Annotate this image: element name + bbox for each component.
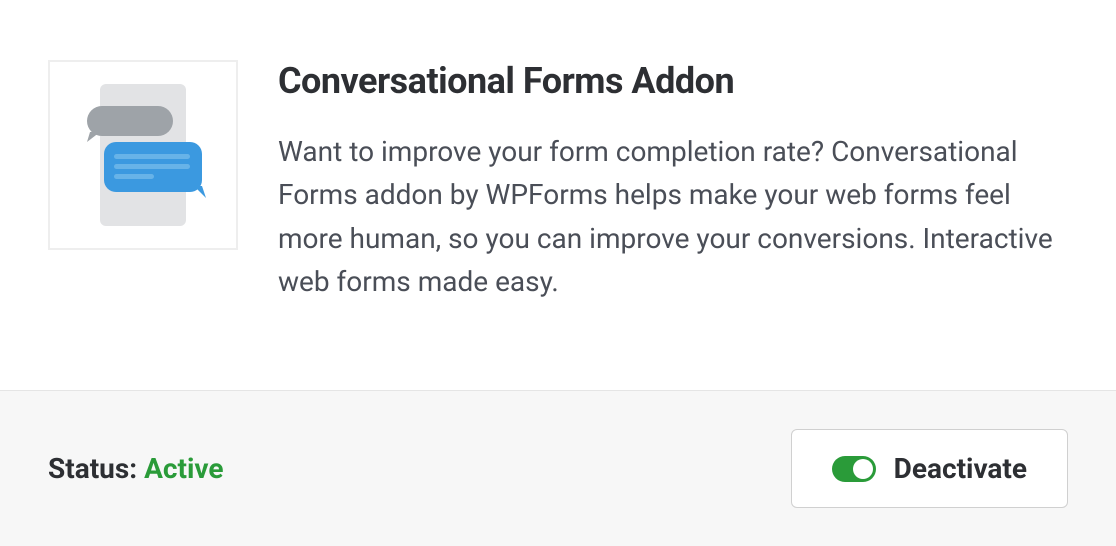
addon-description: Want to improve your form completion rat… bbox=[278, 130, 1068, 304]
toggle-on-icon bbox=[832, 456, 876, 482]
deactivate-button[interactable]: Deactivate bbox=[791, 429, 1068, 508]
status-value: Active bbox=[144, 452, 223, 485]
addon-main: Conversational Forms Addon Want to impro… bbox=[0, 0, 1116, 390]
addon-card: Conversational Forms Addon Want to impro… bbox=[0, 0, 1116, 546]
addon-content: Conversational Forms Addon Want to impro… bbox=[278, 60, 1068, 330]
addon-footer: Status: Active Deactivate bbox=[0, 390, 1116, 546]
deactivate-button-label: Deactivate bbox=[894, 452, 1027, 485]
addon-icon-box bbox=[48, 60, 238, 250]
status-text: Status: Active bbox=[48, 452, 224, 485]
status-label: Status: bbox=[48, 452, 144, 485]
conversation-bubbles-icon bbox=[78, 80, 208, 230]
addon-title: Conversational Forms Addon bbox=[278, 60, 1068, 102]
